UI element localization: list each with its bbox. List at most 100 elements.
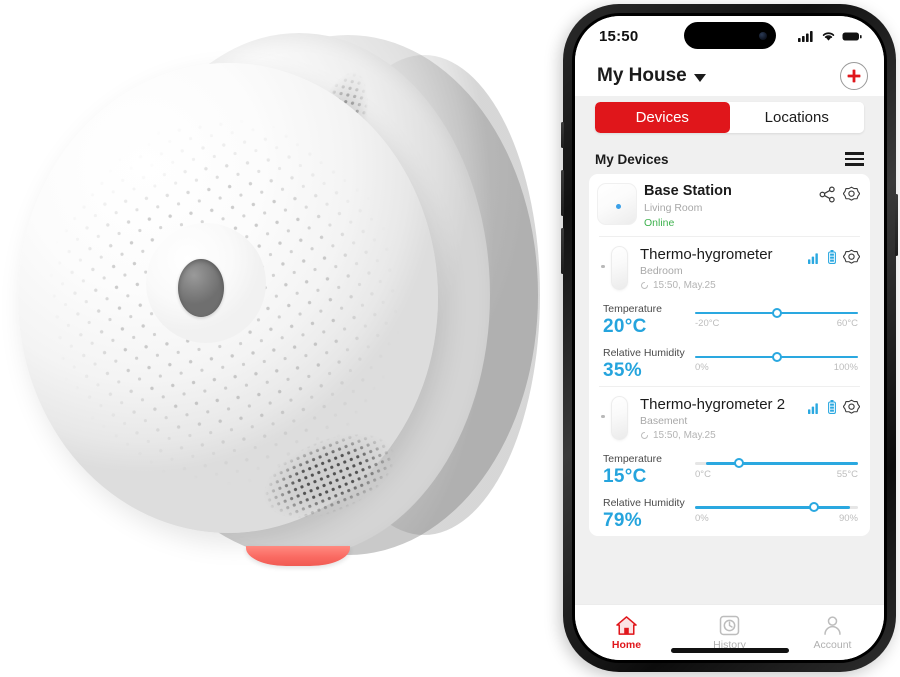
slider-range-labels: 0% 90% (695, 513, 858, 524)
phone-mute-switch (561, 122, 564, 148)
screenshot-root: 15:50 My House Devices Locations My Devi… (0, 0, 900, 677)
slider-thumb (771, 308, 782, 319)
share-icon[interactable] (819, 186, 836, 203)
thermo-hygrometer-thumbnail (611, 245, 628, 290)
gear-icon[interactable] (843, 249, 860, 266)
product-photo-area (0, 0, 566, 677)
device-card: Base Station Living Room Online Thermo-h… (589, 174, 870, 537)
status-badge: Online (644, 216, 675, 229)
refresh-icon (641, 432, 648, 440)
metric-readout: Temperature 15°C (603, 453, 695, 488)
thermo-hygrometer-2-thumbnail (611, 395, 628, 440)
add-device-button[interactable] (840, 62, 868, 90)
section-title: My Devices (595, 151, 669, 167)
slider-min-label: 0°C (695, 468, 711, 480)
signal-bars-icon (808, 252, 818, 264)
plus-icon (847, 69, 861, 83)
slider-min-label: 0% (695, 512, 709, 524)
slider-thumb (808, 502, 819, 513)
temperature-slider[interactable]: -20°C 60°C (695, 303, 858, 329)
device-timestamp: 15:50, May.25 (653, 279, 716, 291)
tab-label: Account (813, 638, 852, 651)
gear-icon[interactable] (843, 186, 860, 203)
home-icon (616, 615, 637, 635)
device-list: Base Station Living Room Online Thermo-h… (575, 174, 884, 604)
house-selector[interactable]: My House (597, 65, 706, 87)
slider-max-label: 90% (838, 512, 858, 524)
base-station-actions (819, 183, 860, 203)
refresh-icon (641, 281, 648, 289)
device-name: Base Station (644, 183, 732, 199)
metric-value: 15°C (603, 466, 647, 488)
device-timestamp-row: 15:50, May.25 (640, 280, 808, 291)
slider-fill (695, 506, 850, 509)
slider-range-labels: -20°C 60°C (695, 318, 858, 329)
status-bar: 15:50 (575, 16, 884, 56)
front-camera-icon (758, 31, 767, 40)
metric-humidity: Relative Humidity 35% 0% 100% (589, 342, 870, 386)
device-timestamp-row: 15:50, May.25 (640, 430, 808, 441)
status-bar-indicators (798, 30, 862, 42)
metric-value: 79% (603, 510, 642, 532)
detector-test-button (178, 259, 224, 317)
metric-readout: Relative Humidity 79% (603, 497, 695, 532)
slider-thumb (734, 458, 744, 469)
base-station-thumbnail (597, 183, 637, 225)
tab-devices[interactable]: Devices (595, 102, 730, 133)
phone-mockup: 15:50 My House Devices Locations My Devi… (561, 4, 898, 672)
status-bar-time: 15:50 (599, 27, 639, 45)
phone-screen: 15:50 My House Devices Locations My Devi… (575, 16, 884, 660)
slider-range-labels: 0% 100% (695, 362, 858, 373)
slider-max-label: 60°C (836, 318, 858, 330)
history-clock-icon (719, 615, 740, 635)
device-row-thermo-hygrometer-2[interactable]: Thermo-hygrometer 2 Basement 15:50, May.… (589, 387, 870, 448)
phone-power-button (895, 194, 898, 256)
device-name: Thermo-hygrometer (640, 245, 773, 263)
tab-label: Home (611, 638, 642, 651)
metric-label: Relative Humidity (603, 497, 685, 510)
slider-track (695, 458, 858, 469)
smoke-detector-product-image (8, 25, 540, 566)
metric-label: Relative Humidity (603, 346, 685, 359)
device-timestamp: 15:50, May.25 (653, 430, 716, 442)
battery-icon (828, 250, 836, 265)
device-location: Living Room (644, 201, 703, 214)
battery-icon (842, 32, 862, 40)
slider-range-labels: 0°C 55°C (695, 469, 858, 480)
detector-led-indicator (246, 546, 350, 566)
wifi-icon (822, 32, 835, 41)
metric-readout: Temperature 20°C (603, 303, 695, 338)
slider-min-label: 0% (695, 362, 709, 374)
metric-temperature: Temperature 20°C -20°C 60°C (589, 298, 870, 342)
segmented-control: Devices Locations (595, 102, 864, 133)
signal-bars-icon (808, 403, 818, 414)
humidity-slider[interactable]: 0% 90% (695, 497, 858, 524)
device-name: Thermo-hygrometer 2 (640, 395, 786, 413)
humidity-slider[interactable]: 0% 100% (695, 347, 858, 373)
cellular-signal-icon (798, 31, 813, 42)
metric-humidity: Relative Humidity 79% 0% 90% (589, 492, 870, 536)
thermo-hygrometer-info: Thermo-hygrometer Bedroom 15:50, May.25 (640, 246, 808, 291)
hamburger-menu-icon[interactable] (845, 152, 864, 166)
device-location: Bedroom (640, 264, 683, 277)
temperature-slider[interactable]: 0°C 55°C (695, 453, 858, 480)
slider-track (695, 352, 858, 363)
slider-max-label: 55°C (836, 468, 858, 480)
metric-label: Temperature (603, 453, 662, 466)
person-icon (824, 615, 841, 635)
tab-home[interactable]: Home (575, 605, 678, 660)
metric-value: 20°C (603, 315, 647, 337)
battery-icon (828, 400, 836, 415)
chevron-down-icon (693, 73, 706, 82)
metric-value: 35% (603, 359, 642, 381)
device-row-thermo-hygrometer[interactable]: Thermo-hygrometer Bedroom 15:50, May.25 (589, 237, 870, 298)
tab-locations[interactable]: Locations (729, 102, 864, 133)
metric-readout: Relative Humidity 35% (603, 347, 695, 382)
gear-icon[interactable] (843, 399, 860, 416)
tab-account[interactable]: Account (781, 605, 884, 660)
base-station-info: Base Station Living Room Online (644, 183, 819, 229)
thermo-hygrometer-2-info: Thermo-hygrometer 2 Basement 15:50, May.… (640, 396, 808, 441)
device-row-base-station[interactable]: Base Station Living Room Online (589, 174, 870, 236)
segmented-control-wrap: Devices Locations (575, 96, 884, 144)
slider-track (695, 308, 858, 319)
